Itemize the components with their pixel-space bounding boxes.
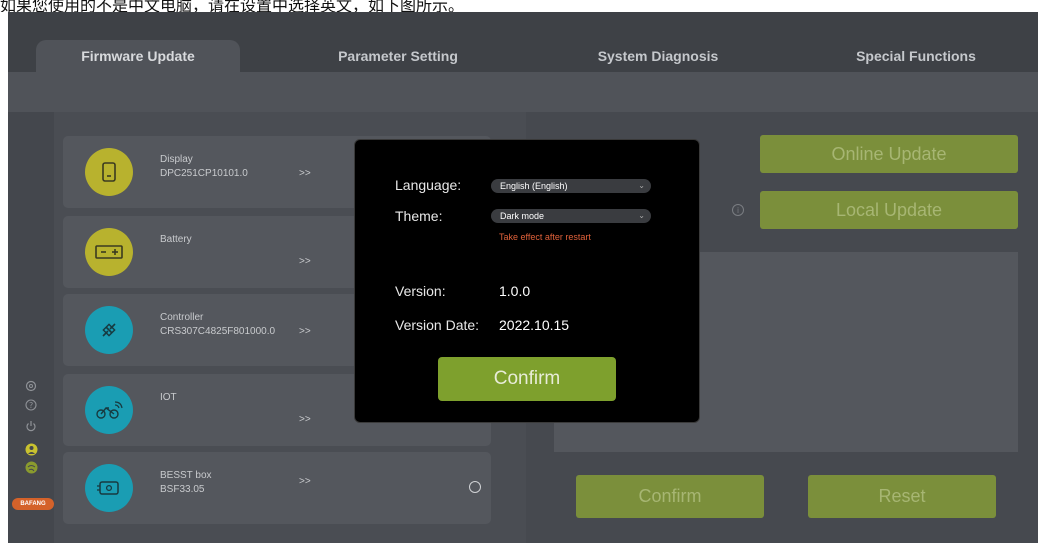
gear-icon[interactable] [24,379,38,393]
device-title: IOT [160,392,177,403]
language-select[interactable]: English (English) ⌄ [491,179,651,193]
caption-strip: 如果您使用的不是中文电脑，请在设置中选择英文，如下图所示。 [0,0,1038,12]
local-update-button[interactable]: Local Update [760,191,1018,229]
device-card-besst-box[interactable]: BESST box BSF33.05 >> [63,452,491,524]
theme-select[interactable]: Dark mode ⌄ [491,209,651,223]
sub-header-strip [8,72,1038,112]
caption-text: 如果您使用的不是中文电脑，请在设置中选择英文，如下图所示。 [0,0,465,12]
power-icon[interactable] [24,419,38,433]
tab-firmware-update[interactable]: Firmware Update [36,40,240,72]
version-date-value: 2022.10.15 [499,317,570,333]
confirm-button[interactable]: Confirm [576,475,764,518]
tab-bar: Firmware Update Parameter Setting System… [8,12,1038,72]
battery-icon [85,228,133,276]
controller-icon [85,306,133,354]
device-arrow[interactable]: >> [299,168,311,179]
user-icon[interactable] [24,442,38,456]
tab-special-functions[interactable]: Special Functions [816,40,1016,72]
version-value: 1.0.0 [499,283,531,299]
side-toolbar [8,112,54,543]
brand-logo: BAFANG [12,498,54,510]
display-icon [85,148,133,196]
device-version: CRS307C4825F801000.0 [160,326,276,337]
online-update-button[interactable]: Online Update [760,135,1018,173]
help-icon[interactable]: ? [24,398,38,412]
globe-icon[interactable] [24,460,38,474]
device-title: Controller [160,312,204,323]
chevron-down-icon: ⌄ [638,181,645,190]
device-select-radio[interactable] [469,481,481,493]
info-icon[interactable]: i [732,204,744,216]
dialog-confirm-button[interactable]: Confirm [438,357,616,401]
settings-dialog: Language: English (English) ⌄ Theme: Dar… [354,139,700,423]
device-title: Battery [160,234,192,245]
chevron-down-icon: ⌄ [638,211,645,220]
device-version: DPC251CP10101.0 [160,168,248,179]
language-label: Language: [395,177,462,193]
device-arrow[interactable]: >> [299,476,311,487]
device-arrow[interactable]: >> [299,326,311,337]
version-label: Version: [395,283,446,299]
theme-label: Theme: [395,208,443,224]
device-title: Display [160,154,193,165]
tab-system-diagnosis[interactable]: System Diagnosis [558,40,758,72]
device-title: BESST box [160,470,212,481]
device-arrow[interactable]: >> [299,256,311,267]
svg-text:?: ? [29,401,33,410]
theme-select-value: Dark mode [500,211,545,221]
theme-restart-note: Take effect after restart [499,232,591,242]
language-select-value: English (English) [500,181,568,191]
iot-icon [85,386,133,434]
tab-parameter-setting[interactable]: Parameter Setting [298,40,498,72]
brand-logo-text: BAFANG [20,501,46,507]
reset-button[interactable]: Reset [808,475,996,518]
device-arrow[interactable]: >> [299,414,311,425]
besst-box-icon [85,464,133,512]
version-date-label: Version Date: [395,317,480,333]
device-version: BSF33.05 [160,484,205,495]
